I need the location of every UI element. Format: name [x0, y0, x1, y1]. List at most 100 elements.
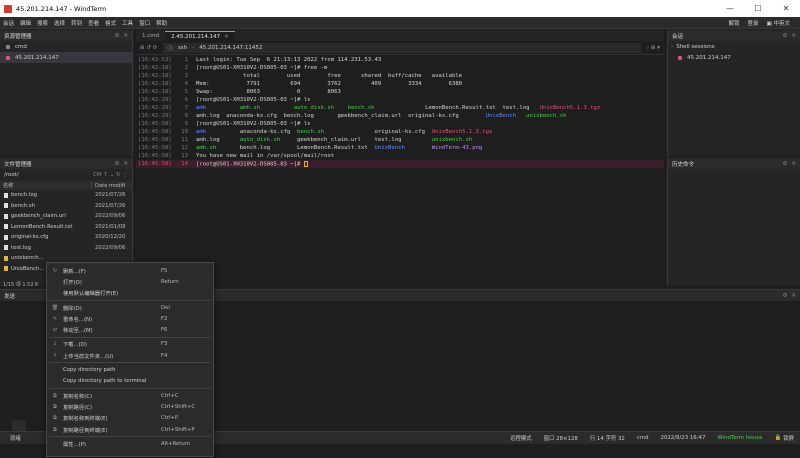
line-number: 11	[181, 137, 188, 143]
file-row[interactable]: LemonBench.Result.txt 2021/01/08	[0, 222, 132, 233]
context-menu-item[interactable]: 🗑 删除(D) Del	[47, 302, 213, 313]
file-row[interactable]: bench.log 2021/07/26	[0, 190, 132, 201]
context-menu-item[interactable]: ⧉ 复制路径到终端(E) Ctrl+Shift+P	[47, 424, 213, 435]
file-icon	[4, 213, 8, 219]
menu-item-shortcut: F3	[161, 341, 168, 348]
menu-edit[interactable]: 编辑	[17, 19, 34, 27]
context-menu-item[interactable]: Copy directory path	[47, 364, 213, 375]
file-row[interactable]: test.log 2022/09/06	[0, 243, 132, 254]
minimize-button[interactable]: —	[716, 4, 744, 13]
issues-link[interactable]: WindTerm Issues	[717, 435, 762, 441]
address-tools-icon[interactable]: ⊞ ↺ ⟳	[140, 45, 157, 51]
context-menu-item[interactable]: 使用默认编辑器打开(E)	[47, 288, 213, 299]
line-number: 3	[184, 73, 188, 79]
line-text: [root@US01-XH310V2-DS005-03 ~]#	[196, 160, 308, 167]
menu-select[interactable]: 选择	[51, 19, 68, 27]
menu-tools[interactable]: 工具	[119, 19, 136, 27]
menu-help[interactable]: 帮助	[153, 19, 170, 27]
context-menu-item[interactable]: ⧉ 复制名称(C) Ctrl+C	[47, 390, 213, 401]
file-name: unixbench...	[11, 255, 44, 262]
menu-item-label: Copy directory path	[63, 367, 116, 374]
path-tools[interactable]: CM ↑ ⌄ ↻ ⋮	[93, 172, 128, 178]
settings-icon[interactable]: ⚙	[114, 33, 119, 39]
terminal-output[interactable]: [16:43:53] 1 Last login: Tue Sep 6 21:13:1…	[136, 56, 664, 281]
resource-manager-title: 资源管理器	[4, 33, 32, 40]
session-item[interactable]: 45.201.214.147	[668, 52, 800, 63]
menu-search[interactable]: 搜索	[34, 19, 51, 27]
file-row[interactable]: geekbench_claim.url 2022/09/06	[0, 211, 132, 222]
context-menu-item[interactable]: 打开(O) Return	[47, 276, 213, 287]
folder-icon	[4, 255, 8, 261]
context-menu-item[interactable]: ↓ 下载...(D) F3	[47, 339, 213, 350]
menu-item-shortcut: F6	[161, 327, 168, 334]
menu-item-shortcut: Ctrl+P	[161, 415, 179, 422]
login-button[interactable]: 登录	[748, 19, 759, 27]
folder-icon	[4, 266, 8, 272]
close-button[interactable]: ✕	[772, 4, 800, 13]
path-input[interactable]: /root/	[4, 172, 19, 178]
context-menu-item[interactable]: ⧉ 复制名称到终端(E) Ctrl+P	[47, 413, 213, 424]
tab-host[interactable]: 2.45.201.214.147 ✕	[165, 31, 235, 41]
column-date[interactable]: Date modifi	[92, 183, 125, 189]
status-mode[interactable]: 远程模式	[510, 434, 532, 442]
menu-session[interactable]: 会话	[0, 19, 17, 27]
context-menu-item[interactable]: ↑ 上传当前文件夹...(U) F4	[47, 350, 213, 361]
tab-bar: 1.cmd 2.45.201.214.147 ✕	[136, 30, 664, 41]
session-icon	[678, 55, 682, 60]
line-text: Swap: 8063 0 8063	[196, 89, 341, 95]
settings-icon[interactable]: ⚙	[782, 33, 787, 39]
file-row[interactable]: original-ks.cfg 2020/12/20	[0, 232, 132, 243]
close-icon[interactable]: ✕	[791, 33, 796, 39]
address-field[interactable]: ⓘ ssh › 45.201.214.147:11452	[163, 42, 641, 53]
context-menu-item[interactable]: ↻ 刷新...(F) F5	[47, 265, 213, 276]
context-menu-item[interactable]: 属性...(P) Alt+Return	[47, 438, 213, 449]
terminal-line: [16:42:29] 7 amh amh.sh auto_disk.sh bench…	[136, 104, 664, 112]
settings-icon[interactable]: ⚙	[114, 161, 119, 167]
context-menu-item[interactable]: ✎ 重命名...(N) F2	[47, 313, 213, 324]
menu-window[interactable]: 窗口	[136, 19, 153, 27]
session-header: 会话 ⚙ ✕	[668, 30, 800, 41]
column-name[interactable]: 名称	[0, 182, 92, 189]
close-icon[interactable]: ✕	[123, 161, 128, 167]
line-timestamp: [16:42:18]	[138, 73, 172, 79]
menu-goto[interactable]: 转到	[68, 19, 85, 27]
maximize-button[interactable]: ☐	[744, 4, 772, 13]
session-group[interactable]: › Shell sessions	[668, 41, 800, 52]
menu-item-label: 复制名称(C)	[63, 393, 93, 400]
menu-item-shortcut: F4	[161, 352, 168, 359]
line-timestamp: [16:42:29]	[138, 97, 172, 103]
menu-item-icon: ↑	[52, 352, 58, 359]
settings-icon[interactable]: ⚙	[782, 161, 787, 167]
terminal-line: [16:42:29] 6 [root@US01-XH310V2-DS005-03 ~…	[136, 96, 664, 104]
line-text: You have new mail in /var/spool/mail/roo…	[196, 153, 335, 159]
file-name: original-ks.cfg	[11, 234, 49, 241]
settings-icon[interactable]: ⚙	[782, 293, 787, 299]
file-row[interactable]: bench.sh 2021/07/26	[0, 201, 132, 212]
context-menu-item[interactable]: ⧉ 复制路径(C) Ctrl+Shift+C	[47, 401, 213, 412]
info-icon[interactable]: ⓘ	[167, 44, 173, 52]
line-timestamp: [16:42:29]	[138, 105, 172, 111]
context-menu-item[interactable]: Copy directory path to terminal	[47, 376, 213, 387]
title-bar: 45.201.214.147 - WindTerm — ☐ ✕	[0, 0, 800, 17]
address-right-tools[interactable]: › ⊞ ▾	[647, 45, 660, 51]
unlock-button[interactable]: 解锁	[729, 19, 740, 27]
chevron-down-icon: ›	[671, 43, 674, 50]
close-icon[interactable]: ✕	[791, 293, 796, 299]
resource-item-host[interactable]: 45.201.214.147	[0, 52, 132, 63]
close-icon[interactable]: ✕	[123, 33, 128, 39]
menu-view[interactable]: 查看	[85, 19, 102, 27]
tab-close-icon[interactable]: ✕	[224, 34, 229, 40]
chevron-right-icon: ›	[192, 44, 195, 51]
context-menu-item[interactable]: ⇄ 移动至...(M) F6	[47, 324, 213, 335]
menu-item-label: Copy directory path to terminal	[63, 378, 147, 385]
terminal-line: [16:45:58] 10 amh anaconda-ks.cfg bench.sh…	[136, 128, 664, 136]
resource-item-cmd[interactable]: cmd	[0, 41, 132, 52]
tab-cmd[interactable]: 1.cmd	[136, 31, 165, 41]
language-button[interactable]: ▣ 中英文	[767, 19, 790, 27]
lock-icon[interactable]: 🔒	[774, 435, 781, 441]
menu-format[interactable]: 格式	[102, 19, 119, 27]
lock-screen-button[interactable]: 锁屏	[783, 434, 794, 442]
menu-item-label: 复制路径(C)	[63, 404, 93, 411]
close-icon[interactable]: ✕	[791, 161, 796, 167]
line-timestamp: [16:45:58]	[138, 153, 172, 159]
